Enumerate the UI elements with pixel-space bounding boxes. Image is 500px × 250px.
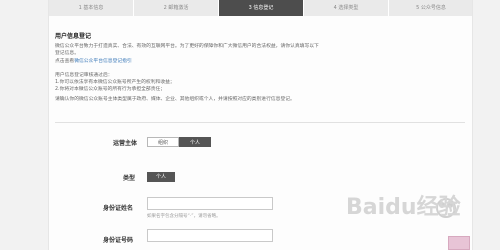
id-name-hint: 如果名字包含分隔号“·”，请勿省略。 — [147, 214, 221, 219]
step-email-activation: 2 邮箱激活 — [134, 0, 219, 16]
confirm-category-text: 请确认你的微信公众账号主体类型属于政府、媒体、企业、其他组织或个人，并请按照对应… — [55, 97, 295, 102]
watermark-text: Baidu经验 — [346, 194, 461, 220]
approval-item-2: 2.你将对本微信公众账号的所有行为承担全部责任； — [55, 87, 166, 92]
guide-link-line: 点击查看微信公众平台信息登记指引 — [55, 58, 132, 65]
step-info-registration: 3 信息登记 — [219, 0, 304, 16]
operator-organization-button[interactable]: 组织 — [147, 137, 180, 147]
step-select-type: 4 选择类型 — [304, 0, 389, 16]
id-number-label: 身份证号码 — [103, 237, 134, 244]
id-name-input[interactable] — [147, 197, 273, 210]
id-number-input[interactable] — [147, 229, 273, 242]
progress-steps: 1 基本信息 2 邮箱激活 3 信息登记 4 选择类型 5 公众号信息 — [49, 0, 472, 16]
section-title: 用户信息登记 — [55, 33, 92, 40]
baidu-jingyan-watermark: Baidu经验 — [346, 194, 461, 220]
approval-intro-text: 用户信息登记审核通过后： — [55, 73, 113, 78]
type-individual-button[interactable]: 个人 — [147, 172, 176, 182]
section-divider — [55, 122, 465, 123]
intro-text-line-2: 登记信息。 — [55, 51, 79, 56]
corner-thumbnail — [448, 236, 470, 250]
intro-text-line-1: 微信公众平台致力于打造真实、合法、有效的互联网平台。为了更好的保障你和广大微信用… — [55, 44, 319, 49]
approval-item-1: 1.你可以依法享有本微信公众账号所产生的权利和收益； — [55, 80, 175, 85]
operator-individual-button[interactable]: 个人 — [179, 137, 212, 147]
id-name-label: 身份证姓名 — [103, 205, 134, 212]
step-account-info: 5 公众号信息 — [389, 0, 472, 16]
operator-label: 运营主体 — [113, 140, 138, 147]
type-label: 类型 — [123, 175, 136, 182]
guide-link[interactable]: 微信公众平台信息登记指引 — [74, 59, 132, 64]
guide-link-prefix: 点击查看 — [55, 59, 75, 64]
step-basic-info: 1 基本信息 — [49, 0, 134, 16]
operator-toggle: 组织 个人 — [147, 137, 212, 147]
